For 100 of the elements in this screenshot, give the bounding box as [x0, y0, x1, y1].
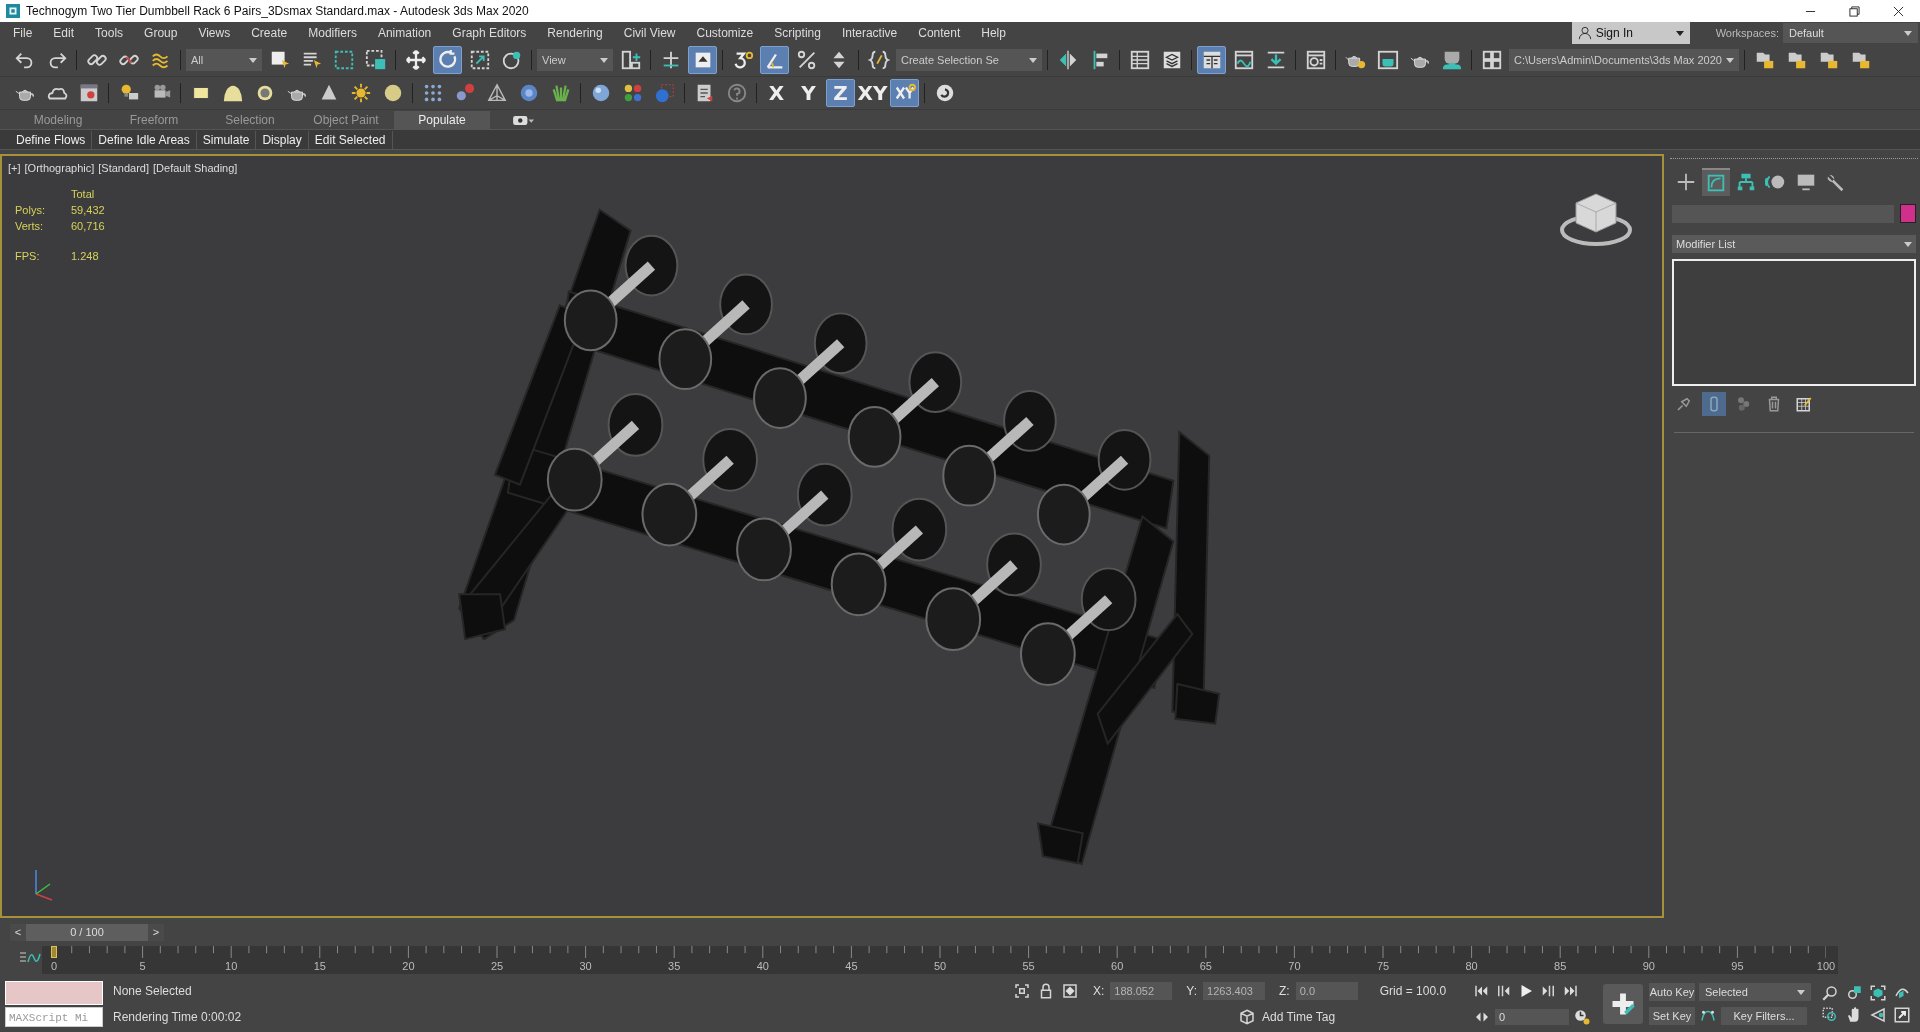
axis-constraint-button[interactable]: X — [762, 79, 791, 107]
menu-item[interactable]: Help — [976, 26, 1015, 40]
xy-snap-button[interactable] — [890, 79, 919, 107]
viewport-grid-icon — [1480, 49, 1503, 71]
sun-icon — [349, 82, 372, 104]
key-mode-dropdown[interactable]: Selected — [1699, 983, 1811, 1001]
track-bar[interactable]: 0 5 10 15 20 25 30 35 40 45 50 55 60 65 70 75 80 85 90 95 100 — [42, 946, 1838, 974]
object-color-swatch[interactable] — [1900, 204, 1916, 223]
menu-item[interactable]: Civil View — [618, 26, 685, 40]
orbit-icon[interactable] — [1869, 1006, 1887, 1024]
menu-item[interactable]: Customize — [691, 26, 763, 40]
grid-size: Grid = 100.0 — [1379, 984, 1447, 998]
sphere-selection-icon — [653, 82, 676, 104]
angle-snap-button[interactable] — [760, 46, 789, 74]
menu-item[interactable]: Modifiers — [303, 26, 366, 40]
menu-item[interactable]: Rendering — [542, 26, 612, 40]
coordinate-field[interactable]: 0.0 — [1295, 982, 1358, 1000]
coordinate-field[interactable]: 1263.403 — [1203, 982, 1266, 1000]
ribbon-button[interactable] — [1197, 46, 1226, 74]
viewport-label[interactable]: [Default Shading] — [153, 162, 238, 174]
caret-icon — [600, 56, 608, 64]
zoom-all-icon[interactable] — [1845, 984, 1863, 1002]
ribbon-button[interactable]: Edit Selected — [308, 130, 393, 149]
restore-icon[interactable] — [1849, 5, 1860, 17]
frame-number: 95 — [1731, 960, 1744, 972]
menu-item[interactable]: Content — [913, 26, 970, 40]
render-frame-icon — [1376, 49, 1399, 71]
viewport-label[interactable]: [Orthographic] — [24, 162, 95, 174]
time-slider-thumb[interactable]: < 0 / 100 > — [10, 923, 164, 941]
ribbon-button[interactable]: Display — [256, 130, 309, 149]
add-time-tag-link[interactable]: Add Time Tag — [1262, 1010, 1336, 1024]
menu-item[interactable]: Tools — [90, 26, 133, 40]
menu-item[interactable]: Create — [246, 26, 297, 40]
zoom-icon[interactable] — [1821, 984, 1839, 1002]
ribbon-tab[interactable]: Selection — [202, 111, 298, 129]
set-keys-button[interactable] — [1603, 984, 1643, 1024]
menu-item[interactable]: Animation — [372, 26, 441, 40]
menu-item[interactable]: File — [8, 26, 42, 40]
fps-value: 1.248 — [70, 249, 100, 264]
stats-header: Total — [70, 187, 96, 202]
zoom-extents-icon[interactable] — [1869, 984, 1887, 1002]
isolate-selection-icon[interactable] — [1013, 982, 1031, 1000]
menu-item[interactable]: Graph Editors — [447, 26, 536, 40]
fps-label: FPS: — [15, 249, 41, 264]
axis-constraint-button[interactable]: Z — [826, 79, 855, 107]
ribbon-button[interactable]: Define Flows — [10, 130, 93, 149]
ribbon-button[interactable]: Simulate — [196, 130, 257, 149]
next-frame-button[interactable]: > — [148, 923, 164, 941]
close-icon[interactable] — [1893, 5, 1904, 17]
ribbon-tab[interactable]: Populate — [394, 111, 490, 129]
menu-item[interactable]: Views — [193, 26, 240, 40]
ribbon-tab[interactable]: Modeling — [10, 111, 106, 129]
sign-in-label: Sign In — [1595, 26, 1633, 40]
toolbar-dropdown[interactable]: Create Selection Se — [896, 49, 1042, 71]
rotate-button[interactable] — [433, 46, 462, 74]
stat-value: 60,716 — [70, 219, 105, 234]
time-configuration-icon[interactable] — [1573, 1008, 1591, 1026]
auto-key-button[interactable]: Auto Key — [1649, 983, 1695, 1001]
caret-icon — [1675, 29, 1684, 37]
viewport-label[interactable]: [+] — [8, 162, 21, 174]
previous-frame-button[interactable]: < — [10, 923, 26, 941]
keyboard-shortcut-button[interactable] — [688, 46, 717, 74]
workspaces-dropdown[interactable]: Default — [1783, 23, 1918, 43]
sign-in-button[interactable]: Sign In — [1571, 22, 1690, 44]
menu-item[interactable]: Interactive — [836, 26, 907, 40]
set-key-button[interactable]: Set Key — [1649, 1007, 1695, 1025]
ribbon-button[interactable]: Define Idle Areas — [92, 130, 197, 149]
viewport-label[interactable]: [Standard] — [98, 162, 149, 174]
viewport[interactable]: [+] [Orthographic] [Standard] [Default Shading] Total Polys: 59,432 Verts: 60,716 FPS: 1.248 — [0, 154, 1664, 918]
axis-constraint-button[interactable]: Y — [794, 79, 823, 107]
menu-item[interactable]: Scripting — [769, 26, 830, 40]
frame-number: 45 — [845, 960, 858, 972]
toolbar-dropdown[interactable]: All — [186, 49, 262, 71]
modifier-list-dropdown[interactable]: Modifier List — [1672, 235, 1916, 253]
maximize-viewport-icon[interactable] — [1893, 1006, 1911, 1024]
toolbar-dropdown[interactable]: C:\Users\Admin\Documents\3ds Max 2020 — [1509, 49, 1739, 71]
move-icon — [404, 49, 427, 71]
menu-item[interactable]: Edit — [48, 26, 84, 40]
material-window-icon — [1304, 49, 1327, 71]
modify-icon — [1705, 172, 1727, 194]
frame-marker[interactable] — [51, 946, 57, 958]
current-frame-field[interactable]: 0 — [1495, 1009, 1569, 1025]
modifier-stack[interactable] — [1672, 259, 1916, 386]
modify-tab[interactable] — [1702, 168, 1730, 196]
frame-number: 5 — [139, 960, 146, 972]
axis-constraint-button[interactable]: XY — [858, 79, 887, 107]
workspaces-label: Workspaces: — [1715, 27, 1779, 39]
pivot-icon — [619, 49, 642, 71]
caret-icon — [1904, 29, 1912, 37]
scale-icon — [468, 49, 491, 71]
caret-icon — [1029, 56, 1037, 64]
transform-mode-icon[interactable] — [1061, 982, 1079, 1000]
menu-item[interactable]: Group — [139, 26, 187, 40]
region-zoom-icon[interactable] — [1821, 1006, 1839, 1024]
toolbar-dropdown[interactable]: View — [537, 49, 613, 71]
cube-icon[interactable] — [1238, 1008, 1256, 1026]
coordinate-field[interactable]: 188.052 — [1110, 982, 1173, 1000]
frame-number: 30 — [579, 960, 592, 972]
key-filters-button[interactable]: Key Filters... — [1721, 1007, 1807, 1025]
maxscript-listener-field[interactable] — [5, 981, 103, 1005]
